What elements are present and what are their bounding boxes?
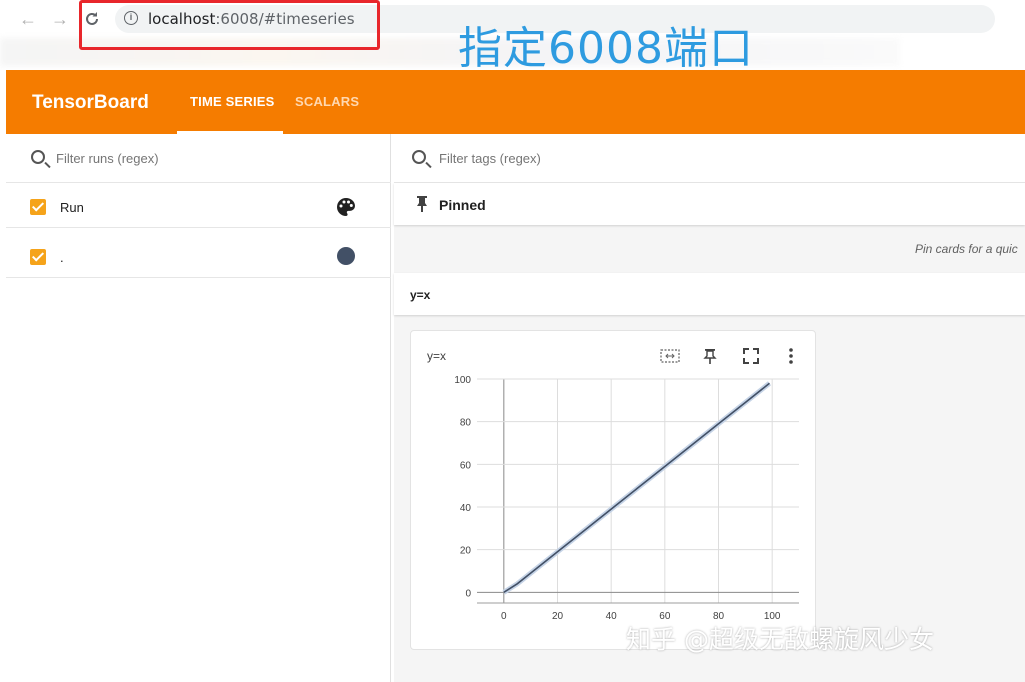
forward-arrow-icon[interactable]: → [49,8,71,30]
tab-scalars[interactable]: SCALARS [295,94,359,109]
run-row[interactable]: . [6,234,391,278]
highlight-box [79,0,380,50]
run-label: . [60,250,64,265]
line-chart[interactable]: 0 20 40 60 80 100020406080100 [411,331,817,651]
y-tick-label: 80 [460,418,472,429]
run-row[interactable]: Run [6,184,391,228]
browser-toolbar: ← → i localhost:6008/#timeseries 指定6008端… [0,0,1025,74]
y-tick-label: 20 [460,546,472,557]
tags-filter[interactable]: Filter tags (regex) [394,134,1025,183]
x-tick-label: 20 [552,611,564,622]
scalar-card: y=x 0 20 40 60 80 100 0 20 40 60 80 100 [410,330,816,650]
runs-filter-input[interactable]: Filter runs (regex) [56,151,159,166]
annotation-text: 指定6008端口 [458,23,754,74]
y-tick-label: 0 [465,588,471,599]
y-tick-label: 60 [460,460,472,471]
card-group-header[interactable]: y=x [394,273,1025,315]
pin-hint-text: Pin cards for a quic [915,242,1018,256]
run-label: Run [60,200,84,215]
pinned-section-header: Pinned [394,183,1025,225]
runs-filter[interactable]: Filter runs (regex) [6,134,391,183]
y-tick-label: 100 [454,375,471,386]
watermark-text: 知乎 @超级无敌螺旋风少女 [626,625,934,654]
palette-icon[interactable] [336,197,356,222]
x-tick-label: 0 [501,611,507,622]
run-checkbox[interactable] [30,249,46,265]
pinned-label: Pinned [439,197,486,213]
app-header: TensorBoard TIME SERIES SCALARS [6,70,1025,134]
run-color-swatch[interactable] [337,247,355,265]
search-icon [31,150,45,164]
back-arrow-icon[interactable]: ← [17,8,39,30]
y-tick-label: 40 [460,503,472,514]
search-icon [412,150,426,164]
main-panel: Filter tags (regex) Pinned Pin cards for… [394,134,1025,682]
group-label: y=x [410,288,431,302]
pin-icon [414,195,430,218]
runs-panel: Filter runs (regex) Run . [6,134,391,682]
run-checkbox[interactable] [30,199,46,215]
tab-time-series[interactable]: TIME SERIES [190,94,275,109]
x-tick-label: 40 [606,611,618,622]
app-logo[interactable]: TensorBoard [32,92,149,114]
tags-filter-input[interactable]: Filter tags (regex) [439,151,541,166]
